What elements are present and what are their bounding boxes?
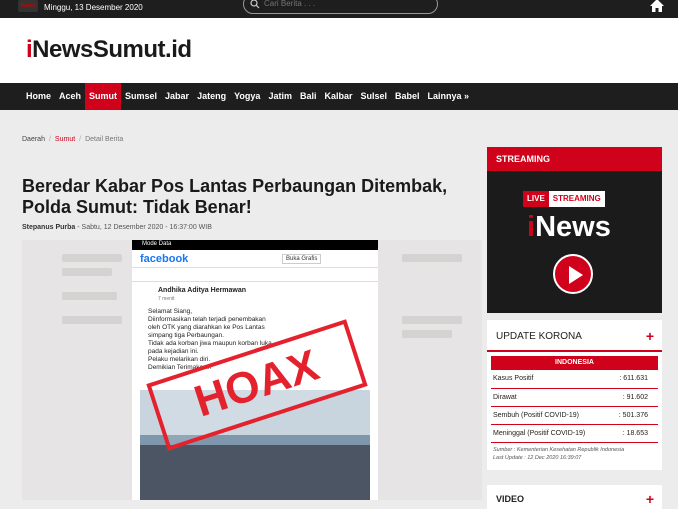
mini-logo[interactable]: iNews [18,0,38,12]
streaming-widget[interactable]: STREAMING LIVE STREAMING iNews [487,147,662,313]
inews-logo: iNews [527,211,611,243]
korona-expand-icon[interactable]: + [646,328,654,344]
main-nav: Home Aceh Sumut Sumsel Jabar Jateng Yogya Jatim… [0,83,678,110]
post-line: Diinformasikan telah terjadi penembakan [148,316,266,323]
post-author: Andhika Aditya Hermawan [158,287,247,294]
article-image: Mode Data facebook Buka Grafis Andhika A… [22,240,482,500]
site-header: iNewsSumut.id [0,18,678,83]
country-label: INDONESIA [491,356,658,370]
korona-row: Kasus Positif: 611.631 [491,370,658,389]
korona-value: : 611.631 [607,370,658,389]
breadcrumb-daerah[interactable]: Daerah [22,136,45,143]
home-icon[interactable] [649,0,665,13]
search-icon[interactable] [250,0,260,9]
video-widget: VIDEO + [487,485,662,509]
korona-source: Sumber : Kementerian Kesehatan Republik … [493,446,625,461]
breadcrumb-current: Detail Berita [85,136,124,143]
video-header: VIDEO [496,494,525,504]
site-logo[interactable]: iNewsSumut.id [26,36,192,64]
nav-item-sumut[interactable]: Sumut [85,83,122,110]
facebook-logo: facebook [140,253,189,265]
korona-label: Kasus Positif [491,370,608,389]
nav-item-jatim[interactable]: Jatim [264,83,296,110]
breadcrumb: Daerah / Sumut / Detail Berita [22,136,124,143]
post-line: Selamat Siang, [148,308,193,315]
play-icon[interactable] [553,254,593,294]
nav-item-lainnya[interactable]: Lainnya » [424,83,474,110]
nav-item-jateng[interactable]: Jateng [193,83,230,110]
nav-item-yogya[interactable]: Yogya [230,83,264,110]
nav-item-home[interactable]: Home [22,83,55,110]
korona-header: UPDATE KORONA [496,331,582,342]
author-name[interactable]: Stepanus Purba [22,224,75,231]
breadcrumb-sumut[interactable]: Sumut [55,136,75,143]
streaming-header: STREAMING [487,147,662,171]
korona-row: Sembuh (Positif COVID-19): 501.376 [491,406,658,425]
search-box[interactable] [243,0,438,14]
fb-open-button: Buka Grafis [282,254,322,264]
korona-value: : 18.653 [607,424,658,443]
korona-row: Dirawat: 91.602 [491,388,658,407]
top-bar: iNews Minggu, 13 Desember 2020 [0,0,678,18]
korona-label: Meninggal (Positif COVID-19) [491,424,608,443]
nav-item-aceh[interactable]: Aceh [55,83,85,110]
post-time: 7 menit [158,296,175,302]
nav-item-bali[interactable]: Bali [296,83,321,110]
search-input[interactable] [264,0,414,8]
nav-item-kalbar[interactable]: Kalbar [320,83,356,110]
korona-value: : 501.376 [607,406,658,425]
korona-table: Kasus Positif: 611.631 Dirawat: 91.602 Sem… [491,370,658,443]
mode-data-text: Mode Data [142,241,172,247]
publish-date: Sabtu, 12 Desember 2020 - 16:37:00 WIB [81,224,212,231]
nav-item-jabar[interactable]: Jabar [161,83,193,110]
korona-value: : 91.602 [607,388,658,407]
current-date: Minggu, 13 Desember 2020 [44,3,143,12]
article-title: Beredar Kabar Pos Lantas Perbaungan Dite… [22,176,448,217]
nav-item-babel[interactable]: Babel [391,83,424,110]
korona-widget: UPDATE KORONA + INDONESIA Kasus Positif:… [487,320,662,470]
korona-label: Sembuh (Positif COVID-19) [491,406,608,425]
live-streaming-label: LIVE STREAMING [523,191,605,207]
korona-row: Meninggal (Positif COVID-19): 18.653 [491,424,658,443]
korona-label: Dirawat [491,388,608,407]
article-byline: Stepanus Purba - Sabtu, 12 Desember 2020… [22,224,212,231]
video-expand-icon[interactable]: + [646,491,654,507]
nav-item-sumsel[interactable]: Sumsel [121,83,161,110]
nav-item-sulsel[interactable]: Sulsel [356,83,391,110]
